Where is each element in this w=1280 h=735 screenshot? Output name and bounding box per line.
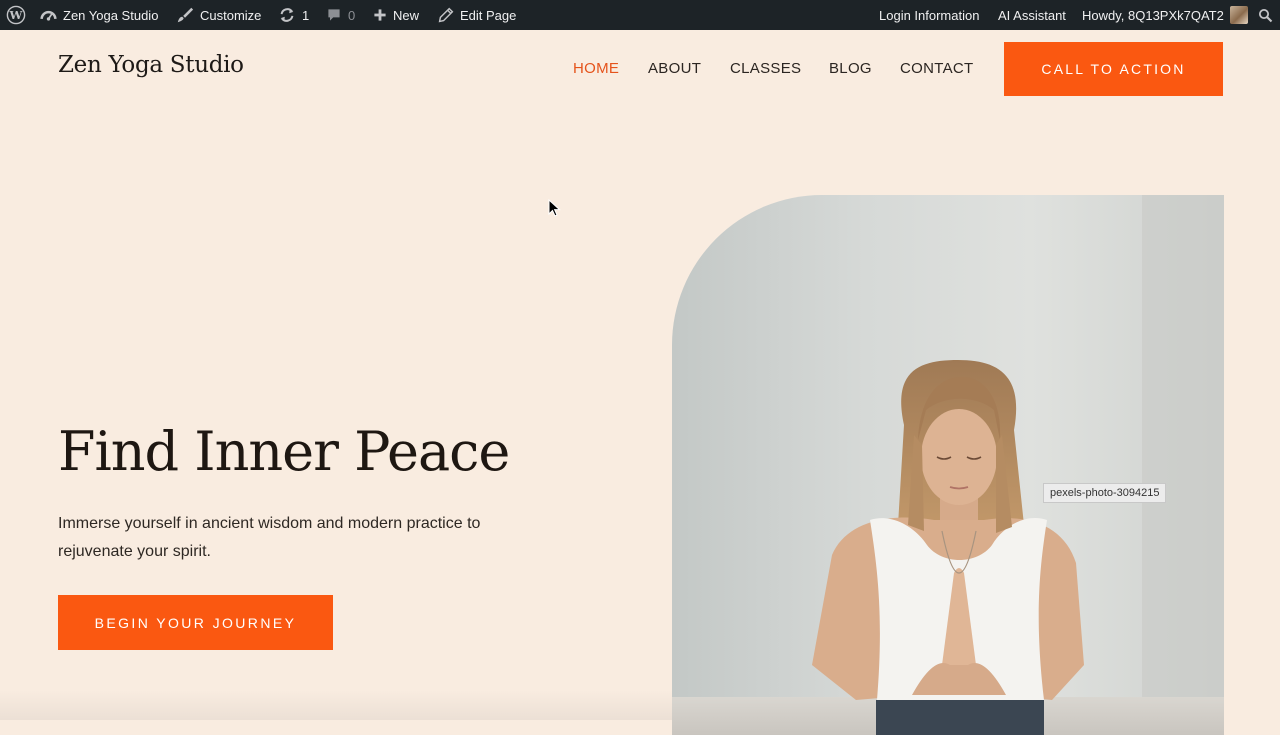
- updates-icon: [280, 8, 294, 22]
- site-name-label: Zen Yoga Studio: [63, 7, 159, 23]
- mouse-cursor-icon: [548, 199, 561, 217]
- hero-subtitle: Immerse yourself in ancient wisdom and m…: [58, 515, 481, 560]
- ai-assistant-link[interactable]: AI Assistant: [998, 0, 1066, 30]
- call-to-action-button[interactable]: CALL TO ACTION: [1004, 42, 1223, 96]
- wordpress-logo-button[interactable]: W: [6, 0, 26, 30]
- ai-assistant-label: AI Assistant: [998, 7, 1066, 23]
- login-information-label: Login Information: [879, 7, 980, 23]
- comments-link[interactable]: 0: [326, 0, 355, 30]
- hero-title: Find Inner Peace: [58, 420, 510, 483]
- new-content-menu[interactable]: New: [373, 0, 419, 30]
- nav-blog[interactable]: BLOG: [829, 60, 872, 77]
- search-icon: [1258, 8, 1273, 22]
- customize-link[interactable]: Customize: [176, 0, 261, 30]
- dashboard-icon: [40, 10, 57, 21]
- yoga-woman-illustration: [672, 195, 1224, 735]
- paintbrush-icon: [177, 7, 194, 23]
- plus-icon: [374, 9, 386, 21]
- updates-count: 1: [302, 7, 310, 23]
- nav-classes[interactable]: CLASSES: [730, 60, 801, 77]
- image-filename-tooltip: pexels-photo-3094215: [1043, 483, 1167, 503]
- comments-count: 0: [348, 7, 356, 23]
- wordpress-icon: W: [6, 5, 26, 25]
- site-logo[interactable]: Zen Yoga Studio: [58, 52, 244, 78]
- nav-contact[interactable]: CONTACT: [900, 60, 973, 77]
- hero-image: [672, 195, 1224, 735]
- customize-label: Customize: [200, 7, 262, 23]
- admin-search-button[interactable]: [1258, 0, 1273, 30]
- nav-home[interactable]: HOME: [573, 60, 619, 77]
- new-label: New: [393, 7, 420, 23]
- edit-page-link[interactable]: Edit Page: [438, 0, 516, 30]
- svg-text:W: W: [9, 8, 24, 22]
- login-information-link[interactable]: Login Information: [879, 0, 979, 30]
- pencil-icon: [438, 7, 454, 23]
- howdy-label: Howdy, 8Q13PXk7QAT2: [1082, 7, 1224, 23]
- begin-journey-button[interactable]: BEGIN YOUR JOURNEY: [58, 595, 333, 650]
- comment-icon: [328, 9, 340, 21]
- updates-link[interactable]: 1: [278, 0, 309, 30]
- site-name-menu[interactable]: Zen Yoga Studio: [40, 0, 158, 30]
- avatar: [1229, 6, 1248, 24]
- bottom-shadow: [0, 690, 672, 720]
- wp-admin-bar: W Zen Yoga Studio Customize 1 0 New Edit…: [0, 0, 1280, 30]
- edit-page-label: Edit Page: [460, 7, 517, 23]
- nav-about[interactable]: ABOUT: [648, 60, 701, 77]
- my-account-menu[interactable]: Howdy, 8Q13PXk7QAT2: [1082, 0, 1248, 30]
